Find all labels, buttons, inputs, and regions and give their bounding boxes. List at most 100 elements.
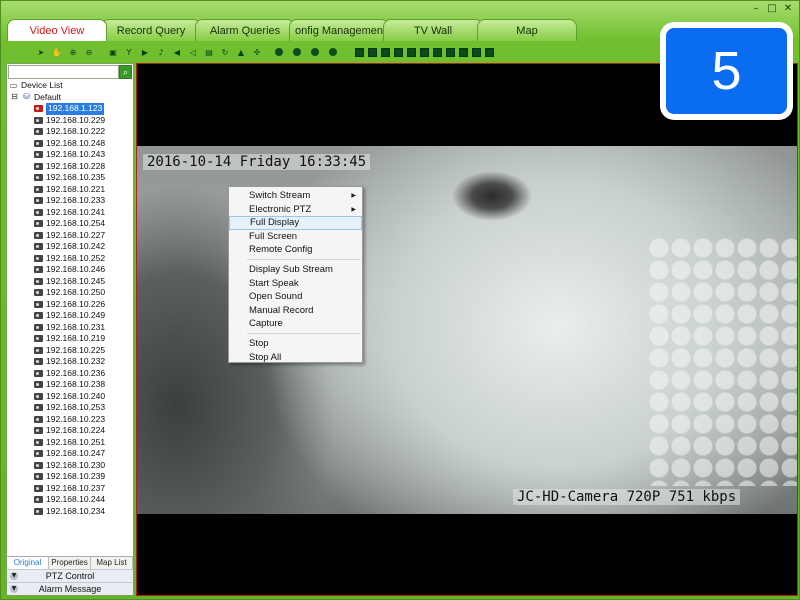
speaker-icon[interactable]: ◀ [171, 46, 183, 58]
tab-properties[interactable]: Properties [49, 557, 91, 569]
layout-20-icon[interactable] [446, 47, 455, 57]
zoom-in-icon[interactable]: ⊕ [67, 46, 79, 58]
device-item[interactable]: 192.168.10.233 [8, 195, 134, 207]
tab-record-query[interactable]: Record Query [101, 19, 201, 41]
menu-item-start-speak[interactable]: Start Speak [229, 277, 362, 291]
record-icon[interactable] [329, 48, 337, 56]
device-item[interactable]: 192.168.10.221 [8, 184, 134, 196]
snapshot-icon[interactable]: ▤ [203, 46, 215, 58]
layout-36-icon[interactable] [472, 47, 481, 57]
layout-64-icon[interactable] [485, 47, 494, 57]
device-item[interactable]: 192.168.10.239 [8, 471, 134, 483]
layout-16-icon[interactable] [433, 47, 442, 57]
menu-item-stop[interactable]: Stop [229, 337, 362, 351]
device-item[interactable]: 192.168.10.227 [8, 230, 134, 242]
device-item[interactable]: 192.168.10.249 [8, 310, 134, 322]
tab-tv-wall[interactable]: TV Wall [383, 19, 483, 41]
ptz-control-bar[interactable]: ▼ PTZ Control [7, 569, 133, 582]
zoom-out-icon[interactable]: ⊖ [83, 46, 95, 58]
layout-13-icon[interactable] [420, 47, 429, 57]
menu-item-display-sub-stream[interactable]: Display Sub Stream [229, 263, 362, 277]
camera-icon [34, 450, 43, 458]
refresh-icon[interactable]: ↻ [219, 46, 231, 58]
device-item[interactable]: 192.168.10.247 [8, 448, 134, 460]
menu-item-open-sound[interactable]: Open Sound [229, 290, 362, 304]
device-item[interactable]: 192.168.10.253 [8, 402, 134, 414]
search-button[interactable]: ⌕ [119, 65, 132, 79]
device-item[interactable]: 192.168.1.123 [8, 103, 134, 115]
device-item[interactable]: 192.168.10.245 [8, 276, 134, 288]
close-button[interactable]: ✕ [781, 3, 795, 15]
tree-group[interactable]: ⊟ ⛁ Default [8, 92, 134, 104]
maximize-button[interactable]: □ [765, 3, 779, 15]
tab-alarm-queries[interactable]: Alarm Queries [195, 19, 295, 41]
yuv-icon[interactable]: Y [123, 46, 135, 58]
layout-8-icon[interactable] [394, 47, 403, 57]
layout-6-icon[interactable] [381, 47, 390, 57]
device-item[interactable]: 192.168.10.236 [8, 368, 134, 380]
ptz-icon[interactable]: ▲ [235, 46, 247, 58]
device-item[interactable]: 192.168.10.219 [8, 333, 134, 345]
tab-config-management[interactable]: onfig Managemen [289, 19, 389, 41]
device-item[interactable]: 192.168.10.228 [8, 161, 134, 173]
tab-video-view[interactable]: Video View [7, 19, 107, 41]
alarm-message-bar[interactable]: ▼ Alarm Message [7, 582, 133, 595]
device-search-input[interactable] [8, 65, 119, 79]
menu-item-remote-config[interactable]: Remote Config [229, 243, 362, 257]
device-item[interactable]: 192.168.10.235 [8, 172, 134, 184]
layout-1-icon[interactable] [355, 47, 364, 57]
tab-map[interactable]: Map [477, 19, 577, 41]
device-item[interactable]: 192.168.10.238 [8, 379, 134, 391]
menu-item-full-display[interactable]: Full Display [229, 216, 362, 230]
device-item[interactable]: 192.168.10.243 [8, 149, 134, 161]
device-item[interactable]: 192.168.10.246 [8, 264, 134, 276]
layout-4-icon[interactable] [368, 47, 377, 57]
play-icon[interactable] [275, 48, 283, 56]
camera-icon [34, 277, 43, 285]
minimize-button[interactable]: – [749, 3, 763, 15]
device-item[interactable]: 192.168.10.232 [8, 356, 134, 368]
device-item[interactable]: 192.168.10.224 [8, 425, 134, 437]
video-icon[interactable]: ▶ [139, 46, 151, 58]
device-item[interactable]: 192.168.10.251 [8, 437, 134, 449]
device-item[interactable]: 192.168.10.254 [8, 218, 134, 230]
menu-item-switch-stream[interactable]: Switch Stream ▶ [229, 189, 362, 203]
device-item[interactable]: 192.168.10.237 [8, 483, 134, 495]
device-item[interactable]: 192.168.10.226 [8, 299, 134, 311]
camera-icon [34, 323, 43, 331]
device-item[interactable]: 192.168.10.248 [8, 138, 134, 150]
menu-item-full-screen[interactable]: Full Screen [229, 230, 362, 244]
device-item[interactable]: 192.168.10.222 [8, 126, 134, 138]
mute-icon[interactable]: ◁ [187, 46, 199, 58]
fit-icon[interactable]: ✣ [251, 46, 263, 58]
device-ip-label: 192.168.10.252 [46, 252, 106, 263]
hand-icon[interactable]: ✋ [51, 46, 63, 58]
device-item[interactable]: 192.168.10.231 [8, 322, 134, 334]
menu-item-stop-all[interactable]: Stop All [229, 351, 362, 365]
layout-9-icon[interactable] [407, 47, 416, 57]
menu-item-electronic-ptz[interactable]: Electronic PTZ ▶ [229, 203, 362, 217]
menu-item-manual-record[interactable]: Manual Record [229, 304, 362, 318]
tree-root[interactable]: ▭ Device List [8, 80, 134, 92]
device-item[interactable]: 192.168.10.229 [8, 115, 134, 127]
device-item[interactable]: 192.168.10.250 [8, 287, 134, 299]
device-item[interactable]: 192.168.10.241 [8, 207, 134, 219]
device-item[interactable]: 192.168.10.230 [8, 460, 134, 472]
pause-icon[interactable] [293, 48, 301, 56]
device-item[interactable]: 192.168.10.234 [8, 506, 134, 518]
device-item[interactable]: 192.168.10.225 [8, 345, 134, 357]
device-item[interactable]: 192.168.10.244 [8, 494, 134, 506]
device-item[interactable]: 192.168.10.242 [8, 241, 134, 253]
tab-map-list[interactable]: Map List [91, 557, 133, 569]
fullscreen-icon[interactable]: ▣ [107, 46, 119, 58]
device-item[interactable]: 192.168.10.252 [8, 253, 134, 265]
stop-icon[interactable] [311, 48, 319, 56]
menu-item-capture[interactable]: Capture [229, 317, 362, 331]
collapse-icon[interactable]: ⊟ [10, 93, 19, 101]
microphone-icon[interactable]: ♪ [155, 46, 167, 58]
pointer-icon[interactable]: ➤ [35, 46, 47, 58]
device-item[interactable]: 192.168.10.223 [8, 414, 134, 426]
device-item[interactable]: 192.168.10.240 [8, 391, 134, 403]
layout-25-icon[interactable] [459, 47, 468, 57]
tab-original[interactable]: Original [7, 557, 49, 569]
